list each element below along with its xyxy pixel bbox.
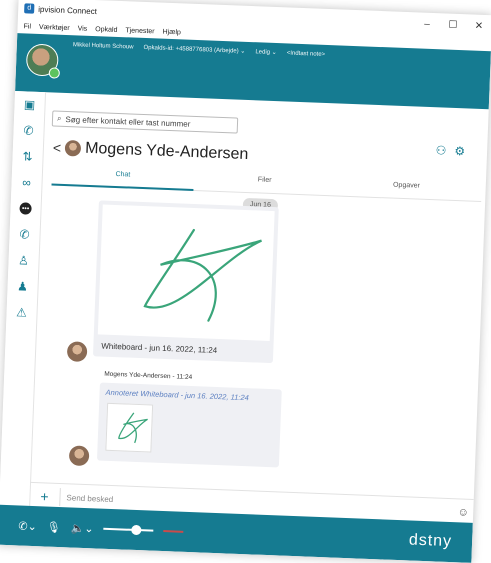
settings-gear-icon[interactable]: ⚙ [454, 144, 465, 158]
thumbnail-drawing [118, 412, 148, 444]
contacts-card-icon[interactable]: ▣ [14, 91, 45, 118]
close-button[interactable]: ✕ [466, 20, 491, 32]
chat-actions: ⚇ ⚙ [435, 143, 465, 158]
menu-vis[interactable]: Vis [78, 25, 88, 32]
minimize-button[interactable]: – [414, 18, 440, 30]
tab-chat[interactable]: Chat [52, 169, 194, 190]
sender-avatar [66, 341, 88, 362]
annotated-whiteboard-link[interactable]: Annoteret Whiteboard - jun 16. 2022, 11:… [105, 388, 249, 402]
caller-id-select[interactable]: Opkalds-id: +4588776803 (Arbejde) ⌄ [143, 44, 245, 55]
microphone-icon[interactable]: 🎙 [47, 520, 61, 534]
phone-icon[interactable]: ✆ [13, 117, 44, 144]
chat-tabs: Chat Filer Opgaver [51, 168, 482, 203]
whiteboard-caption: Whiteboard - jun 16. 2022, 11:24 [101, 341, 218, 355]
contact-name: Mogens Yde-Andersen [84, 139, 249, 164]
phone-dropdown-icon[interactable]: ✆⌄ [18, 519, 37, 533]
tab-filer[interactable]: Filer [193, 174, 335, 195]
presence-indicator [48, 67, 61, 79]
menu-tjenester[interactable]: Tjenester [125, 27, 154, 35]
speaker-dropdown-icon[interactable]: 🔈⌄ [71, 521, 94, 535]
status-select[interactable]: Ledig ⌄ [255, 48, 277, 56]
composer-divider [59, 488, 61, 507]
message-sender-line: Mogens Yde-Andersen - 11:24 [104, 370, 193, 382]
search-icon: ⌕ [56, 113, 62, 123]
emoji-icon[interactable]: ☺ [453, 506, 473, 519]
volume-slider-track-end [163, 530, 184, 533]
volume-slider[interactable] [103, 527, 154, 532]
menu-opkald[interactable]: Opkald [95, 26, 117, 34]
app-window: d ipvision Connect – ☐ ✕ Fil Værktøjer V… [0, 0, 491, 563]
menu-hjaelp[interactable]: Hjælp [162, 28, 181, 36]
chat-contact-header: < Mogens Yde-Andersen [53, 139, 249, 164]
brand-logo: dstny [408, 531, 453, 551]
menu-vaerktoejer[interactable]: Værktøjer [39, 23, 70, 31]
window-title: ipvision Connect [38, 4, 98, 16]
attach-plus-icon[interactable]: + [29, 488, 60, 505]
whiteboard-thumbnail[interactable] [105, 402, 154, 453]
menu-fil[interactable]: Fil [23, 23, 31, 30]
contact-avatar [64, 140, 82, 157]
sidebar: ▣ ✆ ⇅ ∞ ••• ✆ ♙ ♟ ⚠ [0, 91, 47, 506]
sender-avatar-2 [68, 445, 90, 467]
note-input[interactable]: <Indtast note> [287, 50, 326, 57]
whiteboard-canvas[interactable] [97, 204, 275, 341]
chat-icon[interactable]: ••• [10, 195, 41, 222]
search-input[interactable]: ⌕ Søg efter kontakt eller tast nummer [51, 110, 239, 134]
maximize-button[interactable]: ☐ [440, 19, 466, 31]
agent-icon[interactable]: ♙ [8, 247, 39, 274]
add-participant-icon[interactable]: ⚇ [435, 143, 446, 157]
call-history-icon[interactable]: ⇅ [12, 143, 43, 170]
app-logo-icon: d [24, 3, 35, 14]
voicemail-icon[interactable]: ∞ [11, 169, 42, 196]
alarm-icon[interactable]: ⚠ [6, 299, 37, 326]
group-icon[interactable]: ♟ [7, 273, 38, 300]
annotated-whiteboard-message[interactable]: Annoteret Whiteboard - jun 16. 2022, 11:… [96, 382, 282, 468]
search-placeholder: Søg efter kontakt eller tast nummer [65, 114, 191, 129]
whiteboard-drawing [143, 228, 262, 322]
queue-phone-icon[interactable]: ✆ [9, 221, 40, 248]
tab-opgaver[interactable]: Opgaver [335, 179, 477, 200]
whiteboard-message[interactable]: Whiteboard - jun 16. 2022, 11:24 [92, 200, 279, 364]
back-arrow-icon[interactable]: < [53, 140, 62, 156]
user-name: Mikkel Holtum Schouw [72, 41, 134, 51]
